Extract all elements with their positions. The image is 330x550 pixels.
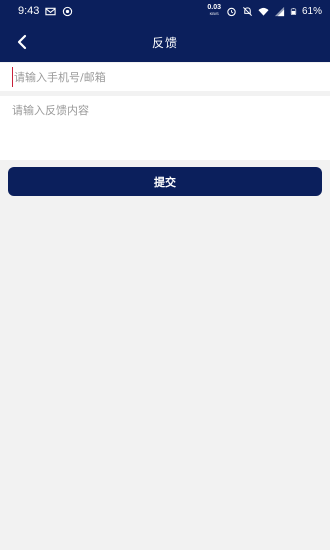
back-arrow-icon — [17, 34, 27, 50]
status-left: 9:43 — [18, 5, 73, 17]
app-bar: 反馈 — [0, 22, 330, 62]
submit-button[interactable]: 提交 — [8, 167, 322, 196]
feedback-content-input[interactable] — [12, 102, 318, 154]
mail-icon — [45, 7, 57, 15]
battery-icon — [290, 7, 297, 15]
status-bar: 9:43 0.03 KB/S 61% — [0, 0, 330, 22]
back-button[interactable] — [10, 30, 34, 54]
network-speed-unit: KB/S — [209, 11, 219, 16]
feedback-content-box — [0, 96, 330, 160]
contact-field-row — [0, 63, 330, 91]
status-time: 9:43 — [18, 5, 40, 17]
signal-icon — [274, 6, 285, 16]
hotspot-icon — [63, 6, 73, 16]
battery-percent: 61% — [301, 5, 322, 17]
mute-icon — [243, 6, 252, 16]
wifi-icon — [258, 7, 269, 16]
page-title: 反馈 — [151, 35, 178, 50]
contact-input[interactable] — [12, 67, 318, 87]
network-speed: 0.03 KB/S — [207, 4, 221, 17]
status-right: 0.03 KB/S 61% — [207, 4, 322, 17]
alarm-icon — [227, 7, 236, 16]
